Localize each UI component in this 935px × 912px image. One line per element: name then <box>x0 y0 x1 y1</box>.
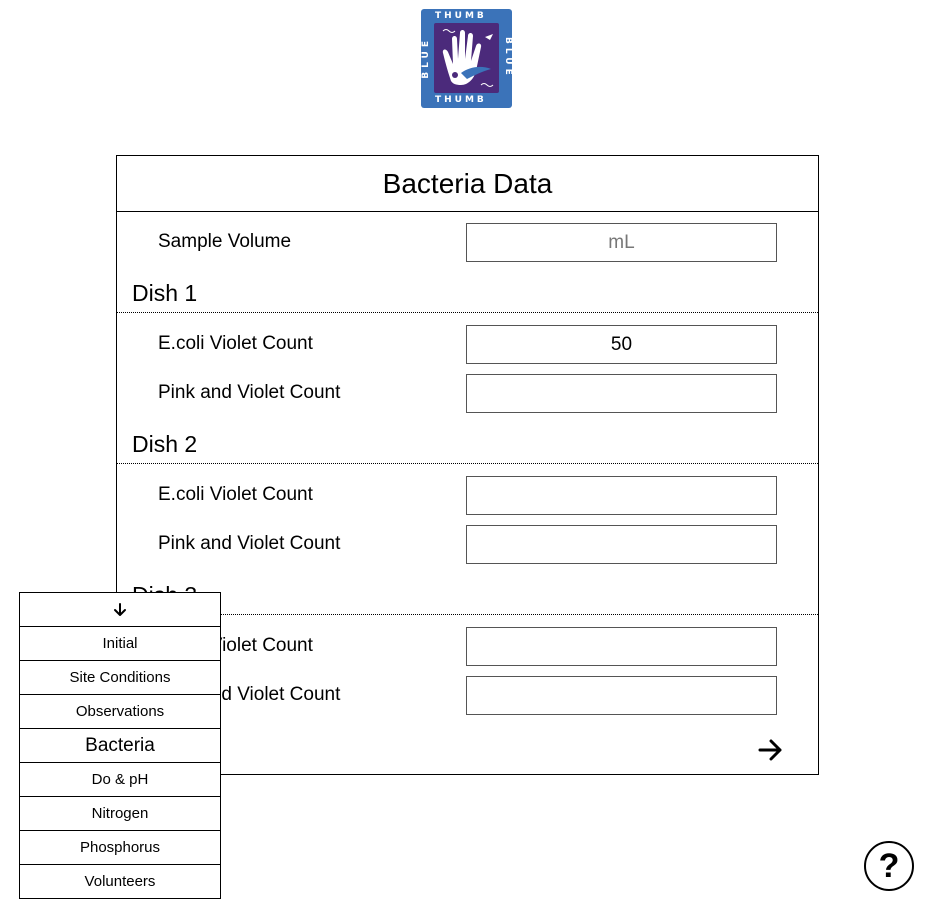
dish-1-pink-violet-input[interactable] <box>466 374 777 413</box>
nav-item-site-conditions[interactable]: Site Conditions <box>20 661 220 695</box>
dish-3-divider <box>117 614 818 615</box>
nav-item-nitrogen[interactable]: Nitrogen <box>20 797 220 831</box>
sample-volume-row: Sample Volume <box>117 223 818 262</box>
dish-3-pink-violet-row: Pink and Violet Count <box>117 676 818 715</box>
section-nav: Initial Site Conditions Observations Bac… <box>19 592 221 899</box>
arrow-down-icon <box>114 602 126 616</box>
dish-1-heading: Dish 1 <box>132 280 198 306</box>
form-title: Bacteria Data <box>117 156 818 212</box>
logo-top-text: THUMB <box>435 11 487 21</box>
dish-1-pink-violet-label: Pink and Violet Count <box>158 382 341 403</box>
dish-2-ecoli-row: E.coli Violet Count <box>117 476 818 515</box>
logo-right-text: BLUE <box>503 37 513 79</box>
logo-left-text: BLUE <box>421 37 431 79</box>
dish-2-pink-violet-row: Pink and Violet Count <box>117 525 818 564</box>
logo-bottom-text: THUMB <box>435 95 487 105</box>
hand-icon <box>442 29 494 87</box>
sample-volume-input[interactable] <box>466 223 777 262</box>
nav-item-phosphorus[interactable]: Phosphorus <box>20 831 220 865</box>
nav-item-initial[interactable]: Initial <box>20 627 220 661</box>
nav-item-do-ph[interactable]: Do & pH <box>20 763 220 797</box>
bacteria-data-form: Bacteria Data Sample Volume Dish 1 E.col… <box>116 155 819 775</box>
dish-3-pink-violet-input[interactable] <box>466 676 777 715</box>
dish-2-pink-violet-input[interactable] <box>466 525 777 564</box>
dish-1-divider <box>117 312 818 313</box>
sample-volume-label: Sample Volume <box>158 231 292 252</box>
arrow-right-icon[interactable] <box>757 736 785 764</box>
blue-thumb-logo: THUMB THUMB BLUE BLUE <box>421 9 513 108</box>
help-button[interactable]: ? <box>864 841 914 891</box>
dish-3-ecoli-input[interactable] <box>466 627 777 666</box>
dish-2-ecoli-input[interactable] <box>466 476 777 515</box>
nav-toggle-button[interactable] <box>20 593 220 627</box>
dish-2-heading: Dish 2 <box>132 431 198 457</box>
dish-1-pink-violet-row: Pink and Violet Count <box>117 374 818 413</box>
nav-item-bacteria[interactable]: Bacteria <box>20 729 220 763</box>
nav-item-volunteers[interactable]: Volunteers <box>20 865 220 898</box>
dish-2-pink-violet-label: Pink and Violet Count <box>158 533 341 554</box>
dish-3-ecoli-row: E.coli Violet Count <box>117 627 818 666</box>
dish-2-divider <box>117 463 818 464</box>
dish-2-ecoli-label: E.coli Violet Count <box>158 484 313 505</box>
dish-1-ecoli-input[interactable] <box>466 325 777 364</box>
dish-1-ecoli-label: E.coli Violet Count <box>158 333 313 354</box>
dish-1-ecoli-row: E.coli Violet Count <box>117 325 818 364</box>
help-icon: ? <box>878 846 900 885</box>
nav-item-observations[interactable]: Observations <box>20 695 220 729</box>
